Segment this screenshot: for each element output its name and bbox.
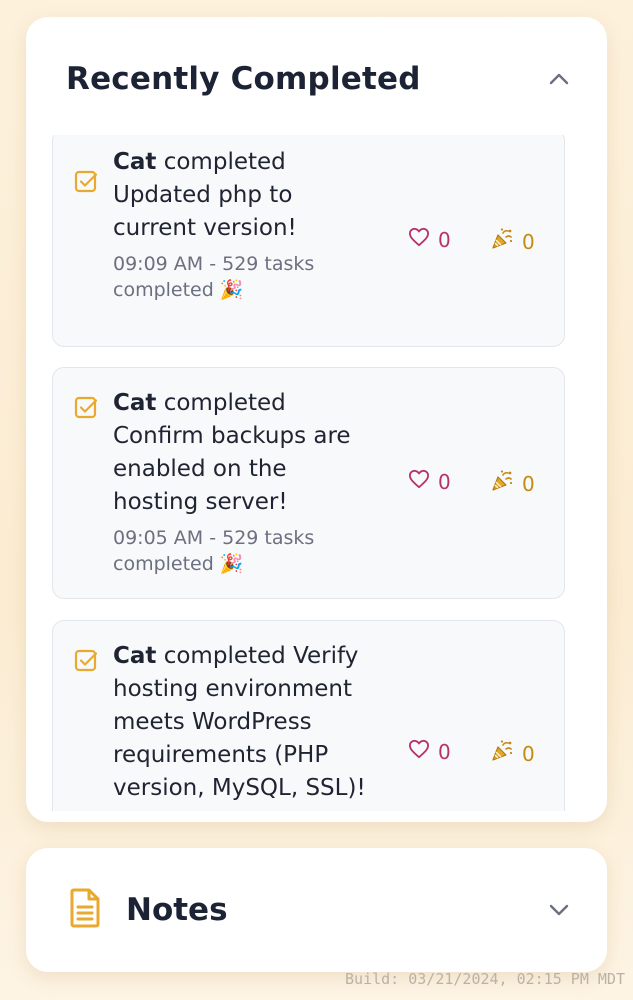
heart-reaction-button[interactable]: 0 — [408, 739, 451, 764]
task-name: Updated php to current version! — [113, 182, 297, 241]
build-info: Build: 03/21/2024, 02:15 PM MDT — [345, 970, 625, 988]
user-name: Cat — [113, 149, 157, 175]
user-name: Cat — [113, 643, 157, 669]
checkbox-checked-icon — [74, 396, 98, 420]
celebration-count: 0 — [522, 741, 535, 766]
checkbox-checked-icon — [74, 170, 98, 194]
user-name: Cat — [113, 390, 157, 416]
recently-completed-panel: Recently Completed Cat completed Updated… — [26, 17, 607, 822]
party-popper-icon — [490, 469, 514, 498]
chevron-down-icon[interactable] — [545, 896, 573, 924]
list-item: Cat completed Confirm backups are enable… — [52, 367, 565, 599]
heart-reaction-button[interactable]: 0 — [408, 227, 451, 252]
celebrate-reaction-button[interactable]: 0 — [490, 469, 535, 498]
heart-icon — [408, 469, 430, 494]
list-item: Cat completed Updated php to current ver… — [52, 135, 565, 347]
heart-count: 0 — [438, 227, 451, 252]
heart-count: 0 — [438, 469, 451, 494]
heart-icon — [408, 227, 430, 252]
notes-title: Notes — [126, 892, 228, 928]
document-icon — [68, 888, 102, 932]
completion-meta: 09:05 AM - 529 tasks completed 🎉 — [113, 527, 315, 575]
completed-list[interactable]: Cat completed Updated php to current ver… — [52, 135, 568, 811]
celebrate-reaction-button[interactable]: 0 — [490, 739, 535, 768]
checkbox-checked-icon — [74, 649, 98, 673]
celebrate-reaction-button[interactable]: 0 — [490, 227, 535, 256]
notes-panel: Notes — [26, 848, 607, 972]
celebration-count: 0 — [522, 229, 535, 254]
completion-meta: 09:09 AM - 529 tasks completed 🎉 — [113, 253, 315, 301]
recently-completed-title: Recently Completed — [66, 61, 421, 97]
verb: completed — [163, 643, 286, 669]
heart-icon — [408, 739, 430, 764]
task-name: Confirm backups are enabled on the hosti… — [113, 423, 351, 515]
chevron-up-icon[interactable] — [545, 65, 573, 93]
verb: completed — [163, 390, 286, 416]
party-popper-icon — [490, 227, 514, 256]
list-item: Cat completed Verify hosting environment… — [52, 620, 565, 811]
verb: completed — [163, 149, 286, 175]
recently-completed-header[interactable]: Recently Completed — [66, 55, 573, 103]
notes-header[interactable]: Notes — [68, 886, 573, 934]
heart-count: 0 — [438, 739, 451, 764]
heart-reaction-button[interactable]: 0 — [408, 469, 451, 494]
celebration-count: 0 — [522, 471, 535, 496]
party-popper-icon — [490, 739, 514, 768]
